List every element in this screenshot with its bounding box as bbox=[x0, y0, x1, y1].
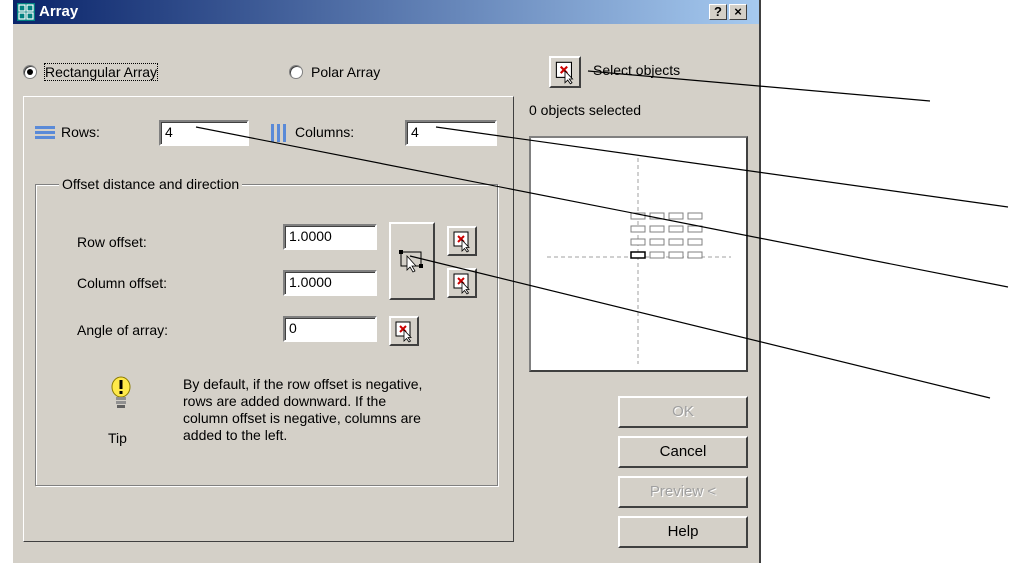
array-preview bbox=[529, 136, 748, 372]
rows-input[interactable]: 4 bbox=[159, 120, 249, 146]
rectangular-array-label: Rectangular Array bbox=[43, 63, 159, 81]
tip-line: added to the left. bbox=[183, 427, 288, 443]
pick-column-offset-button[interactable] bbox=[447, 268, 477, 298]
columns-icon bbox=[271, 124, 286, 142]
tip-line: rows are added downward. If the bbox=[183, 393, 387, 409]
array-dialog: Array ? × Rectangular Array Polar Array … bbox=[12, 0, 761, 563]
preview-cell bbox=[687, 238, 703, 246]
preview-button[interactable]: Preview < bbox=[618, 476, 748, 508]
select-objects-button[interactable] bbox=[549, 56, 581, 88]
polar-array-label: Polar Array bbox=[311, 64, 381, 80]
pick-row-offset-button[interactable] bbox=[447, 226, 477, 256]
array-icon bbox=[17, 3, 35, 21]
select-objects-label: Select objects bbox=[593, 62, 681, 78]
help-title-button[interactable]: ? bbox=[709, 4, 727, 20]
lightbulb-icon bbox=[111, 376, 131, 408]
rectangular-array-radio[interactable]: Rectangular Array bbox=[23, 63, 159, 81]
window-title: Array bbox=[39, 3, 79, 20]
column-offset-input[interactable]: 1.0000 bbox=[283, 270, 377, 296]
preview-cell bbox=[668, 238, 684, 246]
preview-grid bbox=[630, 212, 703, 259]
tip-caption: Tip bbox=[108, 430, 127, 446]
select-objects-icon bbox=[555, 61, 574, 85]
cancel-button[interactable]: Cancel bbox=[618, 436, 748, 468]
pick-angle-button[interactable] bbox=[389, 316, 419, 346]
close-button[interactable]: × bbox=[729, 4, 747, 20]
preview-cell bbox=[630, 238, 646, 246]
tip-line: By default, if the row offset is negativ… bbox=[183, 376, 423, 392]
title-bar[interactable]: Array ? × bbox=[13, 0, 759, 24]
preview-cell bbox=[649, 225, 665, 233]
preview-cell bbox=[649, 212, 665, 220]
tip-text: By default, if the row offset is negativ… bbox=[183, 376, 483, 444]
preview-cell bbox=[668, 225, 684, 233]
preview-cell bbox=[649, 238, 665, 246]
pick-both-offsets-icon bbox=[399, 250, 423, 273]
preview-cell bbox=[687, 212, 703, 220]
preview-cell bbox=[630, 251, 646, 259]
preview-cell bbox=[668, 251, 684, 259]
radio-indicator[interactable] bbox=[289, 65, 303, 79]
preview-cell bbox=[630, 212, 646, 220]
columns-input[interactable]: 4 bbox=[405, 120, 497, 146]
row-offset-input[interactable]: 1.0000 bbox=[283, 224, 377, 250]
polar-array-radio[interactable]: Polar Array bbox=[289, 64, 380, 80]
preview-cell bbox=[649, 251, 665, 259]
angle-label: Angle of array: bbox=[77, 322, 169, 338]
preview-cell bbox=[630, 225, 646, 233]
preview-cell bbox=[687, 251, 703, 259]
pick-point-icon bbox=[453, 231, 470, 253]
radio-indicator[interactable] bbox=[23, 65, 37, 79]
tip-line: column offset is negative, columns are bbox=[183, 410, 421, 426]
preview-canvas bbox=[547, 158, 731, 364]
angle-input[interactable]: 0 bbox=[283, 316, 377, 342]
columns-label: Columns: bbox=[295, 124, 355, 140]
column-offset-label: Column offset: bbox=[77, 275, 168, 291]
pick-point-icon bbox=[395, 321, 412, 343]
offset-group-title: Offset distance and direction bbox=[59, 176, 243, 192]
preview-cell bbox=[687, 225, 703, 233]
pick-both-offsets-button[interactable] bbox=[389, 222, 435, 300]
rows-icon bbox=[35, 126, 55, 139]
rows-label: Rows: bbox=[61, 124, 100, 140]
help-button[interactable]: Help bbox=[618, 516, 748, 548]
pick-point-icon bbox=[453, 273, 470, 295]
selection-status: 0 objects selected bbox=[529, 102, 642, 118]
row-offset-label: Row offset: bbox=[77, 234, 147, 250]
preview-cell bbox=[668, 212, 684, 220]
ok-button[interactable]: OK bbox=[618, 396, 748, 428]
